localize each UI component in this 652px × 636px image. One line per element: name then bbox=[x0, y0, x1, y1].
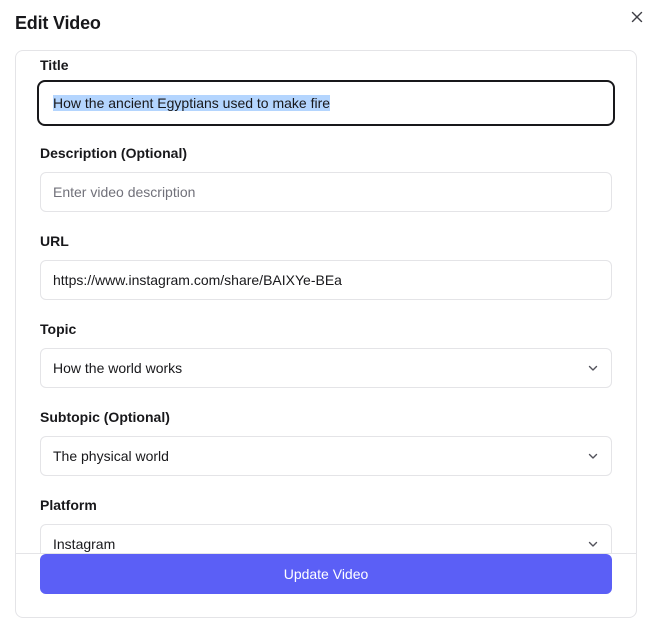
subtopic-label: Subtopic (Optional) bbox=[40, 409, 170, 425]
description-input[interactable]: Enter video description bbox=[40, 172, 612, 212]
description-placeholder: Enter video description bbox=[53, 184, 196, 200]
topic-select[interactable]: How the world works bbox=[40, 348, 612, 388]
close-button[interactable] bbox=[626, 6, 648, 28]
dialog-title: Edit Video bbox=[15, 13, 101, 33]
subtopic-select-value: The physical world bbox=[53, 448, 169, 464]
chevron-down-icon bbox=[587, 538, 599, 550]
url-label: URL bbox=[40, 233, 69, 249]
title-label: Title bbox=[40, 57, 69, 73]
platform-select-value: Instagram bbox=[53, 536, 116, 552]
topic-label: Topic bbox=[40, 321, 77, 337]
subtopic-select[interactable]: The physical world bbox=[40, 436, 612, 476]
chevron-down-icon bbox=[587, 362, 599, 374]
update-video-button[interactable]: Update Video bbox=[40, 554, 612, 594]
platform-select[interactable]: Instagram bbox=[40, 524, 612, 553]
url-input[interactable]: https://www.instagram.com/share/BAIXYe-B… bbox=[40, 260, 612, 300]
topic-select-value: How the world works bbox=[53, 360, 183, 376]
form-scroll-area[interactable]: Title How the ancient Egyptians used to … bbox=[16, 51, 636, 553]
title-input-value: How the ancient Egyptians used to make f… bbox=[53, 95, 331, 111]
description-label: Description (Optional) bbox=[40, 145, 187, 161]
platform-label: Platform bbox=[40, 497, 97, 513]
url-input-value: https://www.instagram.com/share/BAIXYe-B… bbox=[53, 272, 342, 288]
form-panel: Title How the ancient Egyptians used to … bbox=[15, 50, 637, 618]
edit-video-dialog: Edit Video Title How the ancient Egyptia… bbox=[0, 0, 652, 636]
close-icon bbox=[631, 11, 643, 23]
title-input[interactable]: How the ancient Egyptians used to make f… bbox=[37, 80, 615, 126]
chevron-down-icon bbox=[587, 450, 599, 462]
